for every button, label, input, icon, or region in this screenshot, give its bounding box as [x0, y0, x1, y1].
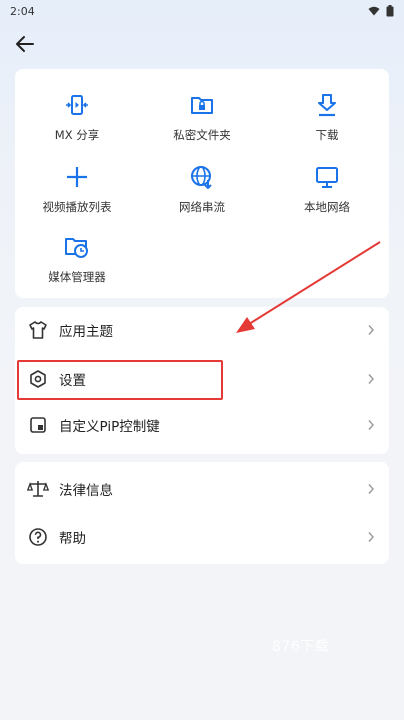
wifi-icon: [368, 6, 380, 16]
grid-item-local-network[interactable]: 本地网络: [265, 161, 389, 223]
chevron-right-icon: [367, 372, 377, 386]
list-item-label: 法律信息: [59, 483, 113, 499]
grid-label: 视频播放列表: [42, 200, 112, 214]
grid-item-download[interactable]: 下载: [265, 89, 389, 151]
list-item-app-theme[interactable]: 应用主题: [15, 308, 389, 352]
watermark: 876下载: [272, 639, 330, 655]
grid-label: MX 分享: [54, 128, 100, 142]
battery-icon: [386, 5, 394, 17]
chevron-right-icon: [367, 323, 377, 337]
tshirt-icon: [27, 319, 49, 341]
pip-icon: [27, 414, 49, 436]
status-bar: 2:04: [0, 0, 404, 22]
list-item-label: 应用主题: [59, 324, 113, 340]
info-list-card: 法律信息 帮助: [15, 462, 389, 564]
back-button[interactable]: [10, 30, 40, 58]
plus-icon: [63, 163, 91, 191]
grid-label: 私密文件夹: [173, 128, 231, 142]
chevron-right-icon: [367, 418, 377, 432]
monitor-icon: [313, 163, 341, 191]
download-icon: [313, 91, 341, 119]
list-item-legal-info[interactable]: 法律信息: [15, 467, 389, 511]
grid-label: 本地网络: [304, 200, 350, 214]
mx-share-icon: [63, 91, 91, 119]
status-icons: [368, 5, 394, 17]
private-folder-icon: [188, 91, 216, 119]
grid-label: 下载: [315, 128, 339, 142]
grid-label: 媒体管理器: [48, 270, 106, 284]
arrow-left-icon: [16, 36, 34, 52]
annotation-highlight-box: [17, 360, 223, 400]
grid-label: 网络串流: [179, 200, 225, 214]
status-time: 2:04: [10, 4, 35, 18]
feature-grid-card: MX 分享 私密文件夹 下载 视频播放列表 网络串流 本地网络 媒体管理器: [15, 69, 389, 298]
grid-item-mx-share[interactable]: MX 分享: [15, 89, 139, 151]
scale-icon: [27, 478, 49, 500]
list-item-custom-pip[interactable]: 自定义PiP控制键: [15, 403, 389, 447]
grid-item-video-playlist[interactable]: 视频播放列表: [15, 161, 139, 223]
list-item-label: 自定义PiP控制键: [59, 419, 160, 435]
list-item-help[interactable]: 帮助: [15, 515, 389, 559]
grid-item-network-stream[interactable]: 网络串流: [140, 161, 264, 223]
help-circle-icon: [27, 526, 49, 548]
grid-item-private-folder[interactable]: 私密文件夹: [140, 89, 264, 151]
list-item-label: 帮助: [59, 531, 86, 547]
media-manager-icon: [63, 233, 91, 261]
globe-stream-icon: [188, 163, 216, 191]
grid-item-media-manager[interactable]: 媒体管理器: [15, 231, 139, 293]
chevron-right-icon: [367, 530, 377, 544]
chevron-right-icon: [367, 482, 377, 496]
